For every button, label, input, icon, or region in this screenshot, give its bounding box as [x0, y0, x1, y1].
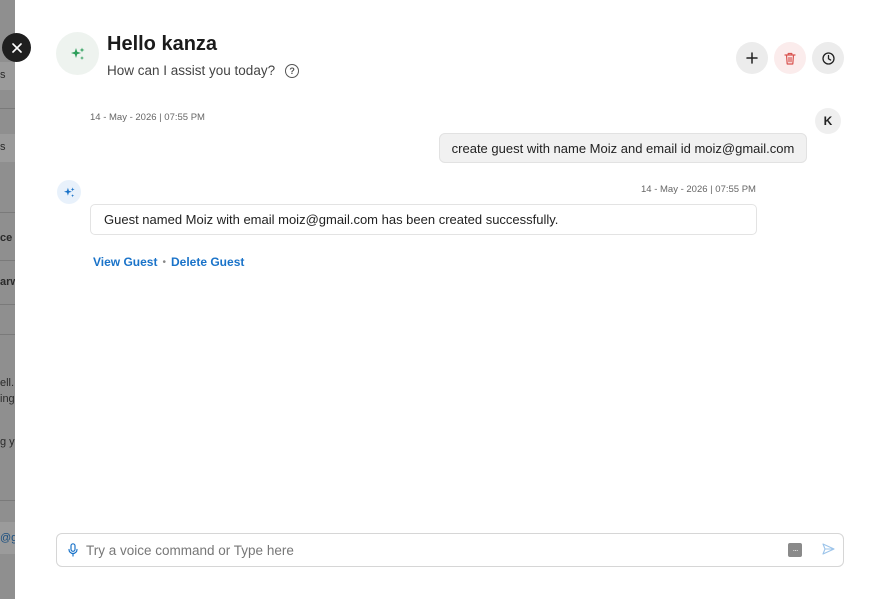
background-divider — [0, 304, 15, 305]
plus-icon — [746, 52, 758, 64]
sparkle-icon — [70, 47, 84, 60]
assistant-logo — [56, 32, 99, 75]
mic-icon — [68, 543, 78, 557]
command-input[interactable] — [86, 539, 766, 561]
delete-chat-button[interactable] — [774, 42, 806, 74]
greeting-subtitle-row: How can I assist you today? ? — [107, 62, 300, 78]
sparkle-icon — [63, 186, 75, 197]
history-button[interactable] — [812, 42, 844, 74]
help-icon[interactable]: ? — [285, 64, 300, 78]
delete-guest-link[interactable]: Delete Guest — [171, 255, 244, 269]
background-divider — [0, 500, 15, 501]
background-divider — [0, 108, 15, 109]
assistant-message-bubble: Guest named Moiz with email moiz@gmail.c… — [90, 204, 757, 235]
close-button[interactable] — [2, 33, 31, 62]
command-input-bar: ··· — [56, 533, 844, 567]
send-button[interactable] — [820, 541, 836, 557]
trash-icon — [784, 52, 796, 65]
background-page: s s ce arw ell. ing g y @g — [0, 0, 15, 599]
background-fragment: arw — [0, 276, 15, 288]
user-message-timestamp: 14 - May - 2026 | 07:55 PM — [90, 112, 205, 123]
mic-button[interactable] — [67, 542, 79, 558]
assistant-panel: Hello kanza How can I assist you today? … — [15, 0, 879, 599]
action-separator: • — [162, 256, 166, 268]
background-fragment: s — [0, 141, 6, 153]
background-divider — [0, 334, 15, 335]
background-fragment: ell. — [0, 377, 15, 389]
background-divider — [0, 212, 15, 213]
background-fragment: s — [0, 69, 6, 81]
send-icon — [821, 543, 835, 555]
user-message-bubble: create guest with name Moiz and email id… — [439, 133, 807, 163]
assistant-avatar — [57, 180, 81, 204]
view-guest-link[interactable]: View Guest — [93, 255, 157, 269]
background-fragment: ce — [0, 232, 13, 244]
greeting-title: Hello kanza — [107, 33, 218, 55]
background-fragment: g y — [0, 436, 15, 448]
background-fragment: @g — [0, 532, 15, 544]
background-fragment: ing — [0, 393, 15, 405]
clock-icon — [821, 51, 835, 65]
close-icon — [11, 42, 22, 53]
background-divider — [0, 260, 15, 261]
assistant-actions: View Guest • Delete Guest — [93, 255, 244, 269]
assistant-message-timestamp: 14 - May - 2026 | 07:55 PM — [641, 184, 756, 195]
new-chat-button[interactable] — [736, 42, 768, 74]
keyboard-icon[interactable]: ··· — [788, 543, 802, 557]
user-avatar: K — [815, 108, 841, 134]
greeting-subtitle: How can I assist you today? — [107, 62, 276, 78]
